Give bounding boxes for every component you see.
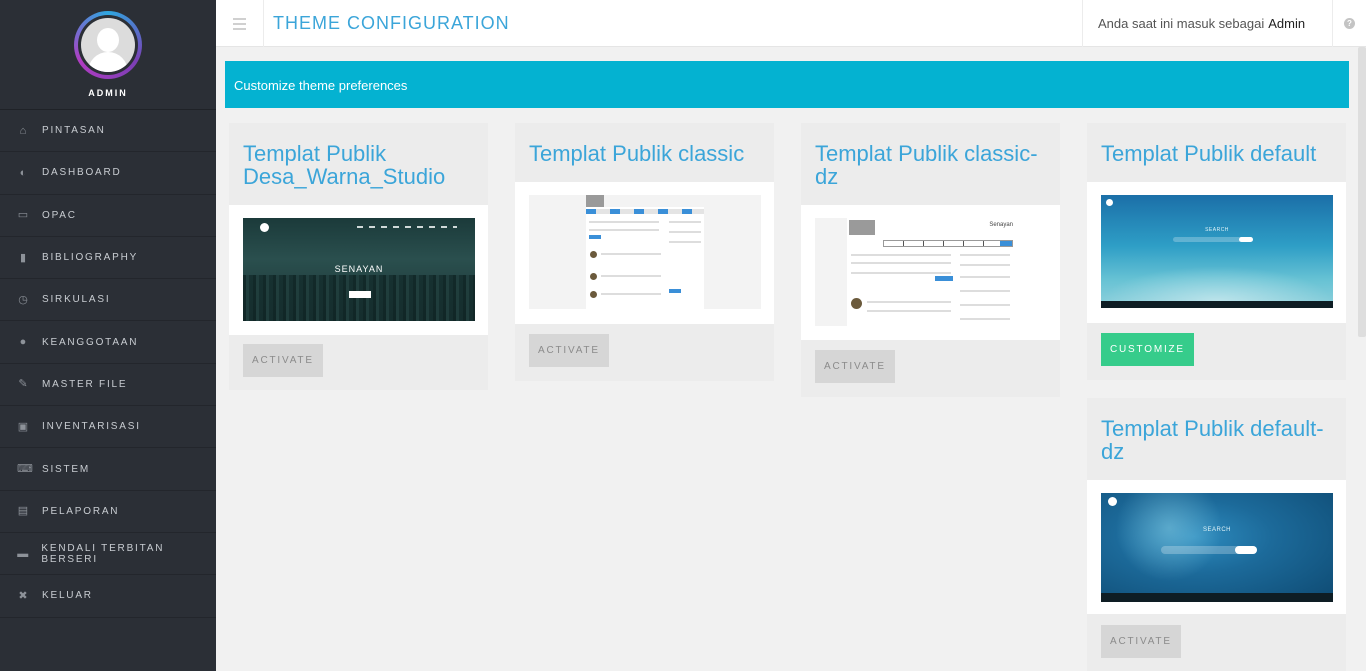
activate-button[interactable]: ACTIVATE (1101, 625, 1181, 658)
top-header: THEME CONFIGURATION Anda saat ini masuk … (216, 0, 1366, 47)
page-scrollbar[interactable] (1358, 47, 1366, 337)
activate-button[interactable]: ACTIVATE (243, 344, 323, 377)
sidebar-item-label: KEANGGOTAAN (42, 336, 139, 348)
theme-preview-panel (515, 182, 774, 324)
profile-name: ADMIN (88, 88, 128, 98)
sidebar-item-inventarisasi[interactable]: ▣ INVENTARISASI (0, 406, 216, 449)
avatar[interactable] (74, 11, 142, 79)
pencil-icon: ✎ (18, 378, 28, 391)
theme-preview-panel: SEARCH (1087, 480, 1346, 614)
dashboard-icon: ◐ (19, 166, 27, 179)
sidebar-item-label: BIBLIOGRAPHY (42, 252, 139, 264)
sidebar-item-label: KELUAR (42, 590, 93, 602)
profile-panel: ADMIN (0, 0, 216, 110)
user-icon: ● (19, 336, 27, 349)
sidebar-item-keluar[interactable]: ✖ KELUAR (0, 575, 216, 618)
theme-thumbnail: SEARCH (1101, 195, 1333, 308)
sidebar-item-label: OPAC (42, 209, 77, 221)
sidebar-item-label: PELAPORAN (42, 505, 120, 517)
theme-card-classic: Templat Publik classic ACTIVATE (515, 123, 774, 381)
login-info: Anda saat ini masuk sebagai Admin (1082, 0, 1332, 47)
help-button[interactable]: ? (1332, 0, 1366, 47)
menu-toggle-icon[interactable] (216, 0, 264, 47)
sidebar-item-sistem[interactable]: ⌨ SISTEM (0, 448, 216, 491)
question-icon: ? (1344, 18, 1355, 29)
monitor-icon: ▭ (17, 209, 29, 222)
theme-card-desa-warna-studio: Templat Publik Desa_Warna_Studio SENAYAN… (229, 123, 488, 390)
close-icon: ✖ (18, 589, 28, 602)
sidebar-item-label: INVENTARISASI (42, 421, 141, 433)
login-prefix: Anda saat ini masuk sebagai (1098, 16, 1265, 31)
theme-preview-panel: Senayan (801, 205, 1060, 340)
theme-preview-panel: SEARCH (1087, 182, 1346, 323)
theme-thumbnail: Senayan (815, 218, 1047, 326)
theme-preview-panel: SENAYAN (229, 205, 488, 335)
sidebar-item-sirkulasi[interactable]: ◷ SIRKULASI (0, 279, 216, 322)
newspaper-icon: ▬ (17, 547, 29, 560)
sidebar-item-pintasan[interactable]: ⌂ PINTASAN (0, 110, 216, 153)
theme-thumbnail: SEARCH (1101, 493, 1333, 602)
thumbnail-text: Senayan (989, 222, 1013, 228)
info-banner: Customize theme preferences (225, 61, 1349, 108)
sidebar-item-keanggotaan[interactable]: ● KEANGGOTAAN (0, 321, 216, 364)
sidebar-item-label: DASHBOARD (42, 167, 122, 179)
theme-title: Templat Publik default (1101, 141, 1317, 166)
file-icon: ▤ (17, 505, 29, 518)
sidebar-item-label: PINTASAN (42, 125, 106, 137)
sidebar-item-label: MASTER FILE (42, 378, 128, 390)
theme-title: Templat Publik Desa_Warna_Studio (243, 141, 446, 189)
page-title: THEME CONFIGURATION (273, 13, 510, 33)
sidebar-item-label: KENDALI TERBITAN BERSERI (41, 542, 165, 565)
sidebar-item-opac[interactable]: ▭ OPAC (0, 195, 216, 237)
activate-button[interactable]: ACTIVATE (529, 334, 609, 367)
thumbnail-text: SEARCH (1202, 527, 1231, 533)
theme-thumbnail: SENAYAN (243, 218, 475, 321)
theme-card-default: Templat Publik default SEARCH CUSTOMIZE (1087, 123, 1346, 380)
theme-thumbnail (529, 195, 761, 309)
briefcase-icon: ▣ (17, 420, 29, 433)
user-avatar-icon (81, 18, 135, 72)
theme-title: Templat Publik classic (529, 141, 745, 166)
clock-icon: ◷ (18, 293, 28, 306)
username[interactable]: Admin (1268, 16, 1305, 31)
customize-button[interactable]: CUSTOMIZE (1101, 333, 1194, 366)
sidebar-item-master-file[interactable]: ✎ MASTER FILE (0, 364, 216, 407)
thumbnail-text: SENAYAN (334, 264, 384, 274)
theme-card-default-dz: Templat Publik default-dz SEARCH ACTIVAT… (1087, 398, 1346, 671)
sidebar-item-dashboard[interactable]: ◐ DASHBOARD (0, 152, 216, 195)
bookmark-icon: ▮ (19, 251, 27, 264)
theme-title: Templat Publik default-dz (1101, 416, 1324, 464)
theme-card-classic-dz: Templat Publik classic-dz Senayan ACTIVA… (801, 123, 1060, 397)
keyboard-icon: ⌨ (17, 463, 33, 476)
sidebar-item-pelaporan[interactable]: ▤ PELAPORAN (0, 491, 216, 533)
activate-button[interactable]: ACTIVATE (815, 350, 895, 383)
theme-title: Templat Publik classic-dz (815, 141, 1038, 189)
home-icon: ⌂ (19, 124, 27, 137)
sidebar-item-label: SIRKULASI (42, 294, 111, 306)
sidebar-item-label: SISTEM (42, 463, 91, 475)
sidebar-item-bibliography[interactable]: ▮ BIBLIOGRAPHY (0, 237, 216, 280)
thumbnail-text: SEARCH (1205, 227, 1229, 233)
sidebar-item-kendali-terbitan-berseri[interactable]: ▬ KENDALI TERBITAN BERSERI (0, 533, 216, 576)
sidebar: ADMIN ⌂ PINTASAN ◐ DASHBOARD ▭ OPAC ▮ BI… (0, 0, 216, 671)
